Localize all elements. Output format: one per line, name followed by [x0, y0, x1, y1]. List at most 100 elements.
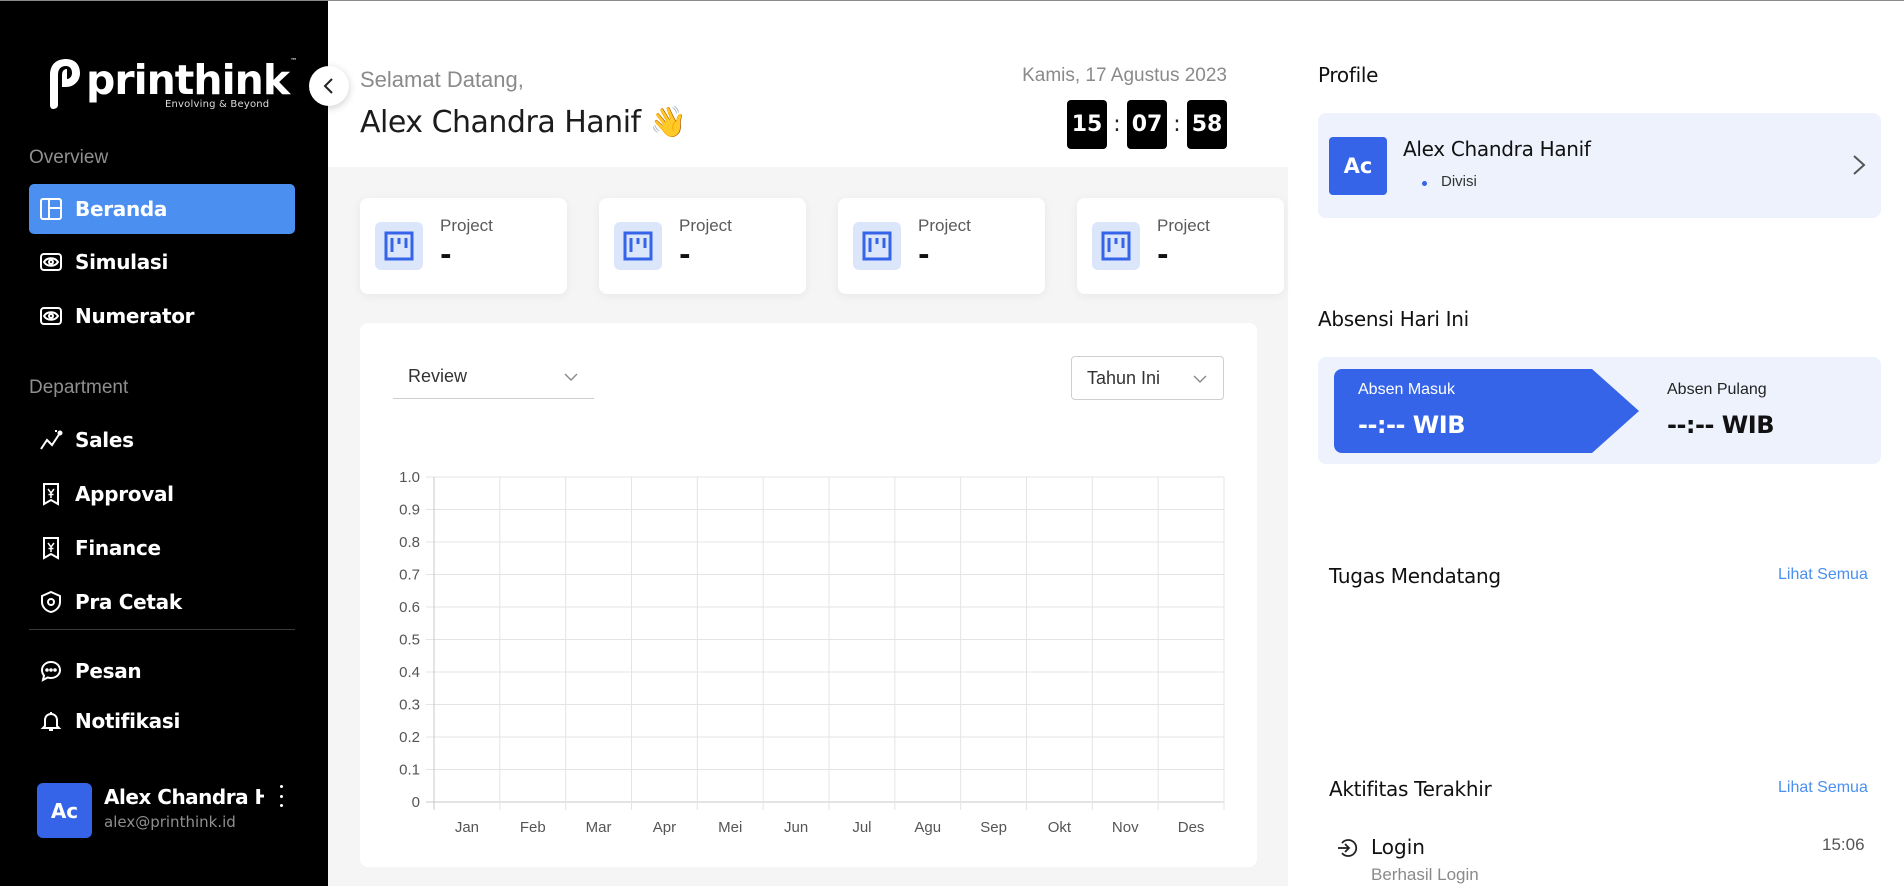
chart-x-tick-label: Okt	[1048, 819, 1072, 836]
chat-icon	[39, 659, 63, 683]
chart-x-tick-label: Des	[1178, 819, 1205, 836]
chart-y-tick-label: 0.2	[399, 729, 420, 746]
sidebar-item-pra-cetak[interactable]: Pra Cetak	[29, 577, 295, 627]
section-department-label: Department	[29, 377, 129, 398]
brand-name: printhink	[86, 56, 290, 104]
welcome-user-name: Alex Chandra Hanif 👋	[360, 105, 687, 140]
clock-seconds: 58	[1187, 100, 1227, 149]
sidebar-item-label: Finance	[75, 536, 161, 560]
welcome-greeting: Selamat Datang,	[360, 67, 524, 92]
chart-x-tick-label: Mar	[586, 819, 612, 836]
chart-x-tick-label: Nov	[1112, 819, 1139, 836]
sidebar-item-label: Pra Cetak	[75, 590, 182, 614]
attendance-out-value: --:-- WIB	[1667, 411, 1775, 439]
sidebar-item-finance[interactable]: Finance	[29, 523, 295, 573]
attendance-card: Absen Masuk --:-- WIB Absen Pulang --:--…	[1318, 357, 1881, 464]
sidebar-item-label: Numerator	[75, 304, 195, 328]
stat-label: Project	[440, 216, 493, 235]
shield-icon	[39, 590, 63, 614]
eye-icon	[39, 304, 63, 328]
sidebar-item-label: Beranda	[75, 197, 168, 221]
sidebar-item-label: Notifikasi	[75, 709, 181, 733]
kanban-icon	[375, 222, 423, 270]
sidebar-item-label: Approval	[75, 482, 174, 506]
clock-separator: :	[1173, 112, 1181, 137]
sidebar-item-sales[interactable]: Sales	[29, 415, 295, 465]
activity-section-title: Aktifitas Terakhir	[1329, 777, 1492, 801]
profile-division: Divisi	[1441, 173, 1477, 190]
tasks-section-title: Tugas Mendatang	[1329, 564, 1501, 588]
chart-y-tick-label: 0.3	[399, 697, 420, 714]
chevron-right-icon	[1853, 155, 1866, 175]
profile-name: Alex Chandra Hanif	[1403, 137, 1591, 161]
brand-logo[interactable]: printhink ™ Envolving & Beyond	[46, 57, 297, 111]
activity-view-all-link[interactable]: Lihat Semua	[1778, 779, 1868, 797]
chart-x-tick-label: Agu	[914, 819, 941, 836]
chart-x-tick-label: Feb	[520, 819, 546, 836]
kanban-icon	[614, 222, 662, 270]
yen-icon	[39, 536, 63, 560]
chart-x-tick-label: Jul	[852, 819, 871, 836]
sidebar-divider	[29, 629, 295, 630]
stat-label: Project	[918, 216, 971, 235]
chart-x-tick-label: Mei	[718, 819, 742, 836]
sidebar-item-notifikasi[interactable]: Notifikasi	[29, 696, 295, 746]
attendance-in-label: Absen Masuk	[1358, 381, 1455, 398]
stat-card-project[interactable]: Project -	[1077, 198, 1284, 294]
avatar: Ac	[1329, 137, 1387, 195]
stat-card-project[interactable]: Project -	[599, 198, 806, 294]
bullet-dot	[1422, 181, 1427, 186]
stat-label: Project	[679, 216, 732, 235]
stat-value: -	[440, 238, 452, 271]
chart-y-tick-label: 0.8	[399, 534, 420, 551]
sidebar-collapse-button[interactable]	[309, 66, 349, 106]
chart-x-tick-label: Apr	[653, 819, 676, 836]
more-options-icon[interactable]	[277, 785, 285, 807]
chart-y-tick-label: 0.5	[399, 632, 420, 649]
sidebar-user-card[interactable]: Ac Alex Chandra Hanif alex@printhink.id	[37, 783, 297, 839]
brand-tagline: Envolving & Beyond	[165, 99, 270, 110]
activity-title: Login	[1371, 835, 1425, 859]
avatar: Ac	[37, 783, 92, 838]
chart-y-tick-label: 1.0	[399, 469, 420, 486]
tasks-view-all-link[interactable]: Lihat Semua	[1778, 566, 1868, 584]
user-name: Alex Chandra Hanif	[104, 785, 264, 809]
stat-card-project[interactable]: Project -	[838, 198, 1045, 294]
sidebar-item-approval[interactable]: Approval	[29, 469, 295, 519]
attendance-section-title: Absensi Hari Ini	[1318, 307, 1469, 331]
eye-icon	[39, 250, 63, 274]
bell-icon	[39, 709, 63, 733]
sidebar-item-label: Sales	[75, 428, 134, 452]
chart-y-tick-label: 0	[412, 794, 420, 811]
sidebar: printhink ™ Envolving & Beyond Overview …	[0, 1, 328, 886]
chart-y-tick-label: 0.1	[399, 762, 420, 779]
sidebar-item-numerator[interactable]: Numerator	[29, 291, 295, 341]
activity-time: 15:06	[1822, 835, 1865, 854]
trend-icon	[39, 428, 63, 452]
chart-y-tick-label: 0.9	[399, 502, 420, 519]
profile-section-title: Profile	[1318, 63, 1379, 87]
kanban-icon	[853, 222, 901, 270]
clock-hours: 15	[1067, 100, 1107, 149]
stat-card-project[interactable]: Project -	[360, 198, 567, 294]
sidebar-item-pesan[interactable]: Pesan	[29, 646, 295, 696]
sidebar-item-label: Pesan	[75, 659, 142, 683]
sidebar-item-simulasi[interactable]: Simulasi	[29, 237, 295, 287]
printhink-logo-icon	[50, 59, 80, 109]
clock-minutes: 07	[1127, 100, 1167, 149]
stat-value: -	[679, 238, 691, 271]
sidebar-item-beranda[interactable]: Beranda	[29, 184, 295, 234]
dashboard-icon	[39, 197, 63, 221]
login-icon	[1338, 839, 1358, 857]
chart-y-tick-label: 0.7	[399, 567, 420, 584]
attendance-out-label: Absen Pulang	[1667, 381, 1767, 398]
profile-card[interactable]: Ac Alex Chandra Hanif Divisi	[1318, 113, 1881, 218]
stat-value: -	[918, 238, 930, 271]
sidebar-item-label: Simulasi	[75, 250, 169, 274]
current-date: Kamis, 17 Agustus 2023	[1022, 65, 1227, 86]
chart-card: Review Tahun Ini 0 0.1 0.2 0.3 0.4 0.5 0.6 0.7 0…	[360, 323, 1257, 867]
brand-tm: ™	[290, 57, 298, 65]
stat-label: Project	[1157, 216, 1210, 235]
chart-x-tick-label: Jan	[455, 819, 479, 836]
chart-y-tick-label: 0.6	[399, 599, 420, 616]
